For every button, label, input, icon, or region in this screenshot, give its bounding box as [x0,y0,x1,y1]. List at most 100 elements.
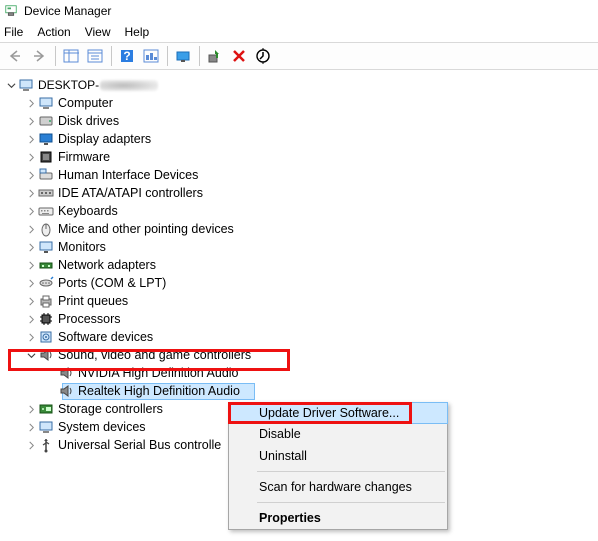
scan-hardware-button[interactable] [252,45,274,67]
expand-arrow-icon[interactable] [24,420,38,434]
tree-item[interactable]: Software devices [2,328,596,346]
expand-arrow-open-icon[interactable] [4,78,18,92]
help-button[interactable]: ? [116,45,138,67]
tree-item[interactable]: Print queues [2,292,596,310]
storage-icon [38,401,54,417]
expand-arrow-icon[interactable] [24,186,38,200]
monitor-icon [38,239,54,255]
show-hide-tree-button[interactable] [60,45,82,67]
expand-arrow-icon[interactable] [24,312,38,326]
computer-icon [38,95,54,111]
firmware-icon [38,149,54,165]
ctx-uninstall[interactable]: Uninstall [229,445,447,467]
tree-item-label: System devices [58,420,146,434]
ide-icon [38,185,54,201]
tree-item-label: Software devices [58,330,153,344]
tree-item-label: Sound, video and game controllers [58,348,251,362]
tree-item[interactable]: Disk drives [2,112,596,130]
ctx-separator [257,471,445,472]
expand-arrow-icon[interactable] [24,204,38,218]
expand-arrow-icon[interactable] [24,402,38,416]
tree-item[interactable]: Network adapters [2,256,596,274]
tree-item[interactable]: Monitors [2,238,596,256]
back-button[interactable] [4,45,26,67]
tree-item[interactable]: Firmware [2,148,596,166]
expand-arrow-icon[interactable] [24,258,38,272]
tree-item-label: Universal Serial Bus controlle [58,438,221,452]
system-icon [38,419,54,435]
tree-item-label: Firmware [58,150,110,164]
ports-icon [38,275,54,291]
toolbar-separator [164,45,170,67]
tree-child-item[interactable]: NVIDIA High Definition Audio [2,364,596,382]
expand-arrow-icon[interactable] [24,114,38,128]
tree-item[interactable]: Display adapters [2,130,596,148]
ctx-separator [257,502,445,503]
tree-item-label: Display adapters [58,132,151,146]
tree-item[interactable]: Processors [2,310,596,328]
tree-item[interactable]: Mice and other pointing devices [2,220,596,238]
expand-arrow-icon[interactable] [24,150,38,164]
sound-icon [38,347,54,363]
context-menu: Update Driver Software... Disable Uninst… [228,402,448,530]
expand-arrow-open-icon[interactable] [24,348,38,362]
sound-icon [58,365,74,381]
tree-item-label: Ports (COM & LPT) [58,276,166,290]
window-title: Device Manager [24,4,111,18]
enable-button[interactable] [204,45,226,67]
expand-arrow-icon[interactable] [24,330,38,344]
tree-item-label: Computer [58,96,113,110]
toolbar: ? [0,42,598,70]
keyboard-icon [38,203,54,219]
expand-arrow-icon[interactable] [24,438,38,452]
menu-file[interactable]: File [4,25,23,39]
update-driver-button[interactable] [172,45,194,67]
software-icon [38,329,54,345]
expand-arrow-icon[interactable] [24,168,38,182]
forward-button[interactable] [28,45,50,67]
hid-icon [38,167,54,183]
tree-item-label: Processors [58,312,121,326]
expand-arrow-icon[interactable] [24,276,38,290]
menu-view[interactable]: View [85,25,111,39]
uninstall-button[interactable] [228,45,250,67]
network-icon [38,257,54,273]
tree-item[interactable]: IDE ATA/ATAPI controllers [2,184,596,202]
expand-arrow-icon[interactable] [24,132,38,146]
tree-item-label: Keyboards [58,204,118,218]
computer-icon [18,77,34,93]
toolbar-separator [196,45,202,67]
printer-icon [38,293,54,309]
expand-arrow-icon[interactable] [24,294,38,308]
sound-icon [58,383,74,399]
tree-child-label: Realtek High Definition Audio [78,384,240,398]
action-button[interactable] [140,45,162,67]
disk-icon [38,113,54,129]
expand-arrow-icon[interactable] [24,222,38,236]
menu-help[interactable]: Help [125,25,150,39]
display-icon [38,131,54,147]
ctx-scan[interactable]: Scan for hardware changes [229,476,447,498]
tree-item-label: Storage controllers [58,402,163,416]
expand-arrow-icon[interactable] [24,240,38,254]
properties-button[interactable] [84,45,106,67]
ctx-update-driver[interactable]: Update Driver Software... [228,402,448,424]
toolbar-separator [108,45,114,67]
menu-action[interactable]: Action [37,25,70,39]
tree-item[interactable]: Computer [2,94,596,112]
tree-item[interactable]: Keyboards [2,202,596,220]
tree-item[interactable]: Sound, video and game controllers [2,346,596,364]
tree-root-label: DESKTOP- [38,78,158,92]
tree-item-label: Human Interface Devices [58,168,198,182]
expand-arrow-icon[interactable] [24,96,38,110]
titlebar: Device Manager [0,0,598,22]
tree-item[interactable]: Human Interface Devices [2,166,596,184]
toolbar-separator [52,45,58,67]
ctx-properties[interactable]: Properties [229,507,447,529]
mouse-icon [38,221,54,237]
tree-child-item[interactable]: Realtek High Definition Audio [2,382,596,400]
tree-item[interactable]: Ports (COM & LPT) [2,274,596,292]
tree-root[interactable]: DESKTOP- [2,76,596,94]
no-arrow [44,384,58,398]
ctx-disable[interactable]: Disable [229,423,447,445]
